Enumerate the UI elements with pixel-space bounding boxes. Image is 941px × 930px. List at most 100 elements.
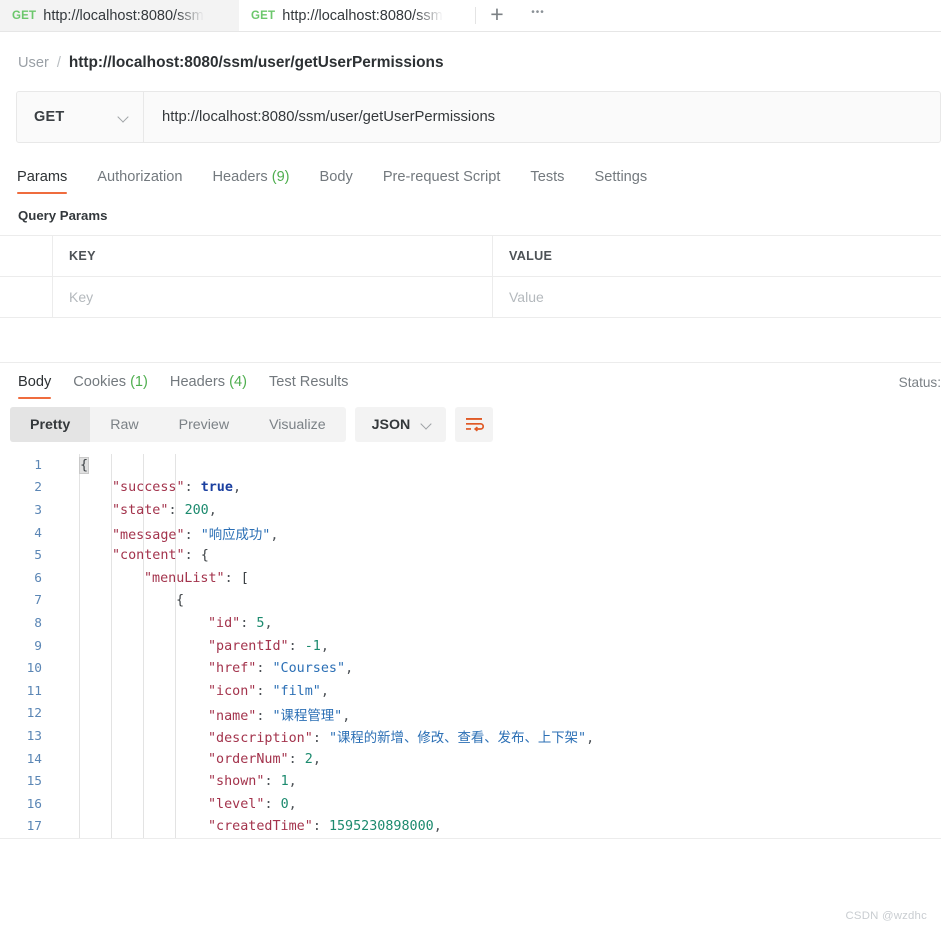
request-tab-2[interactable]: GET http://localhost:8080/ssm bbox=[239, 0, 475, 31]
code-token: : bbox=[288, 751, 305, 767]
code-token: : bbox=[312, 731, 329, 747]
view-mode-preview[interactable]: Preview bbox=[159, 407, 249, 442]
response-tab-headers-count: (4) bbox=[229, 374, 247, 390]
tab-params-label: Params bbox=[17, 169, 68, 185]
code-token: : bbox=[256, 708, 273, 724]
code-line: 6 "menuList": [ bbox=[0, 567, 941, 590]
code-line: 3 "state": 200, bbox=[0, 499, 941, 522]
code-token: 0 bbox=[280, 796, 289, 812]
view-mode-visualize[interactable]: Visualize bbox=[249, 407, 346, 442]
code-token: { bbox=[78, 456, 90, 474]
response-viewer-toolbar: Pretty Raw Preview Visualize JSON bbox=[0, 399, 941, 442]
request-tab-method: GET bbox=[251, 9, 276, 22]
line-number: 11 bbox=[26, 683, 42, 699]
tab-tests[interactable]: Tests bbox=[530, 169, 564, 194]
code-token: , bbox=[288, 774, 297, 790]
line-number: 14 bbox=[26, 751, 42, 767]
url-input[interactable]: http://localhost:8080/ssm/user/getUserPe… bbox=[144, 92, 940, 142]
response-tab-body-label: Body bbox=[18, 374, 52, 390]
tab-params[interactable]: Params bbox=[17, 169, 68, 194]
line-content: "orderNum": 2, bbox=[56, 752, 941, 767]
code-token: : bbox=[264, 774, 281, 790]
code-token: "level" bbox=[208, 796, 265, 812]
code-token: "课程管理" bbox=[272, 708, 343, 724]
column-header-key: KEY bbox=[69, 249, 96, 263]
code-token: : bbox=[168, 502, 185, 518]
line-number: 1 bbox=[34, 457, 42, 473]
code-token: "content" bbox=[112, 548, 185, 564]
tab-settings-label: Settings bbox=[594, 169, 648, 185]
format-select[interactable]: JSON bbox=[354, 407, 447, 442]
code-token: { bbox=[176, 593, 185, 609]
row-checkbox-cell[interactable] bbox=[0, 277, 53, 317]
breadcrumb-separator: / bbox=[56, 55, 61, 71]
code-token: "menuList" bbox=[144, 570, 225, 586]
tab-body[interactable]: Body bbox=[320, 169, 353, 194]
code-token: , bbox=[433, 819, 442, 835]
response-tab-cookies[interactable]: Cookies (1) bbox=[73, 374, 148, 399]
response-tab-body[interactable]: Body bbox=[18, 374, 52, 399]
page-title[interactable]: http://localhost:8080/ssm/user/getUserPe… bbox=[69, 54, 444, 72]
line-number: 15 bbox=[26, 774, 42, 790]
line-number: 10 bbox=[26, 661, 42, 677]
view-mode-raw[interactable]: Raw bbox=[90, 407, 158, 442]
table-header-row: KEY VALUE bbox=[0, 236, 941, 277]
code-token: { bbox=[200, 548, 209, 564]
table-row[interactable]: Key Value bbox=[0, 277, 941, 318]
status-badge: Status: bbox=[898, 375, 941, 390]
code-line: 5 "content": { bbox=[0, 544, 941, 567]
request-tab-title: http://localhost:8080/ssm bbox=[43, 7, 204, 24]
line-content: "icon": "film", bbox=[56, 684, 941, 699]
breadcrumb-collection[interactable]: User bbox=[18, 55, 49, 71]
response-tab-test-results[interactable]: Test Results bbox=[269, 374, 348, 399]
code-token: : bbox=[240, 615, 257, 631]
code-token: "响应成功" bbox=[200, 528, 271, 544]
format-label: JSON bbox=[371, 416, 411, 433]
watermark: CSDN @wzdhc bbox=[845, 910, 927, 922]
code-line: 2 "success": true, bbox=[0, 477, 941, 500]
response-body-code[interactable]: 1{2 "success": true, 3 "state": 200, 4 "messa… bbox=[0, 454, 941, 839]
code-bottom-divider bbox=[0, 838, 941, 839]
code-line: 8 "id": 5, bbox=[0, 612, 941, 635]
code-token: "message" bbox=[112, 528, 185, 544]
param-value-input[interactable]: Value bbox=[509, 289, 544, 305]
wrap-lines-button[interactable] bbox=[455, 407, 494, 442]
tab-authorization[interactable]: Authorization bbox=[97, 169, 182, 194]
code-token: , bbox=[320, 683, 329, 699]
line-content: "content": { bbox=[56, 548, 941, 563]
code-token: : bbox=[224, 570, 241, 586]
url-bar: GET http://localhost:8080/ssm/user/getUs… bbox=[16, 91, 941, 143]
code-token: "href" bbox=[208, 661, 257, 677]
query-params-table: KEY VALUE Key Value bbox=[0, 235, 941, 318]
code-line: 13 "description": "课程的新增、修改、查看、发布、上下架", bbox=[0, 725, 941, 748]
checkbox-column-header bbox=[0, 236, 53, 276]
tab-pre-request-script-label: Pre-request Script bbox=[382, 169, 501, 185]
method-select[interactable]: GET bbox=[17, 92, 144, 142]
code-token: 1595230898000 bbox=[328, 819, 434, 835]
response-tab-headers[interactable]: Headers (4) bbox=[170, 374, 247, 399]
tab-headers-label: Headers bbox=[212, 169, 268, 185]
tab-headers[interactable]: Headers (9) bbox=[212, 169, 289, 194]
code-line: 9 "parentId": -1, bbox=[0, 635, 941, 658]
tab-options-icon[interactable]: ••• bbox=[518, 0, 558, 31]
column-header-value: VALUE bbox=[509, 249, 553, 263]
code-line: 1{ bbox=[0, 454, 941, 477]
line-number: 4 bbox=[34, 525, 42, 541]
line-content: "state": 200, bbox=[56, 503, 941, 518]
code-token: 200 bbox=[184, 502, 209, 518]
line-number: 16 bbox=[26, 796, 42, 812]
response-section-tabs: Body Cookies (1) Headers (4) Test Result… bbox=[0, 363, 941, 399]
code-token: : bbox=[256, 661, 273, 677]
new-tab-icon[interactable]: + bbox=[476, 0, 518, 31]
tab-settings[interactable]: Settings bbox=[594, 169, 647, 194]
view-mode-pretty[interactable]: Pretty bbox=[10, 407, 91, 442]
code-token: "state" bbox=[112, 502, 169, 518]
line-content: { bbox=[56, 593, 941, 608]
param-key-input[interactable]: Key bbox=[69, 289, 93, 305]
line-number: 8 bbox=[34, 615, 42, 631]
line-number: 7 bbox=[34, 593, 42, 609]
request-tab-1[interactable]: GET http://localhost:8080/ssm bbox=[0, 0, 239, 31]
code-token: 2 bbox=[304, 751, 313, 767]
tab-pre-request-script[interactable]: Pre-request Script bbox=[383, 169, 501, 194]
code-token: "orderNum" bbox=[208, 751, 289, 767]
